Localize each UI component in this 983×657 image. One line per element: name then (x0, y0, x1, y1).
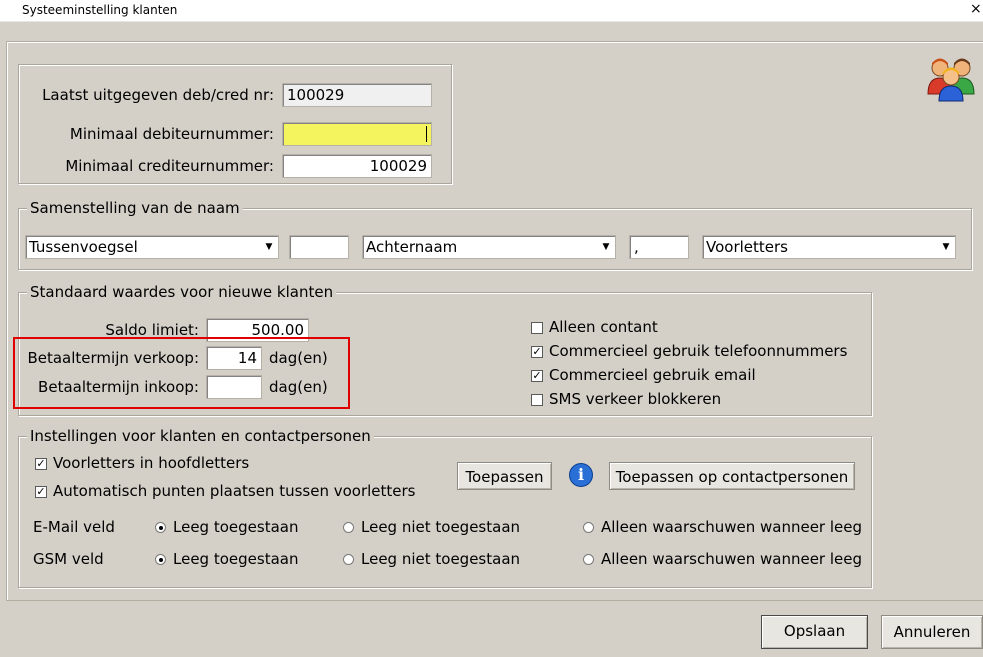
gsm-field-label: GSM veld (33, 550, 104, 568)
save-button[interactable]: Opslaan (761, 615, 868, 649)
name-part2-value: Achternaam (366, 238, 458, 256)
cash-only-checkbox[interactable] (531, 322, 543, 334)
min-creditor-label: Minimaal crediteurnummer: (65, 157, 274, 175)
gsm-radio-empty-not-allowed[interactable] (343, 554, 354, 565)
commercial-phone-label[interactable]: Commercieel gebruik telefoonnummers (549, 341, 847, 361)
sale-term-unit: dag(en) (269, 349, 328, 367)
email-option-empty-not-allowed[interactable]: Leeg niet toegestaan (361, 517, 520, 537)
purchase-term-field[interactable] (206, 375, 262, 399)
gsm-option-empty-allowed[interactable]: Leeg toegestaan (173, 549, 298, 569)
separator2-field[interactable]: , (629, 235, 689, 259)
radio-dot (159, 526, 163, 530)
sale-term-label: Betaaltermijn verkoop: (27, 349, 199, 367)
name-part1-select[interactable]: Tussenvoegsel ▼ (25, 235, 279, 259)
auto-dots-checkbox[interactable]: ✓ (35, 486, 47, 498)
email-radio-empty-allowed[interactable] (155, 522, 166, 533)
email-radio-warn-only[interactable] (583, 522, 594, 533)
initials-uppercase-label[interactable]: Voorletters in hoofdletters (53, 453, 249, 473)
name-part3-value: Voorletters (706, 238, 788, 256)
email-field-label: E-Mail veld (33, 518, 115, 536)
contact-group-legend: Instellingen voor klanten en contactpers… (27, 427, 374, 445)
email-radio-empty-not-allowed[interactable] (343, 522, 354, 533)
gsm-option-warn-only[interactable]: Alleen waarschuwen wanneer leeg (601, 549, 862, 569)
sale-term-field[interactable]: 14 (206, 346, 262, 370)
window-title: Systeeminstelling klanten (22, 3, 178, 17)
apply-button[interactable]: Toepassen (457, 462, 552, 490)
block-sms-label[interactable]: SMS verkeer blokkeren (549, 389, 721, 409)
purchase-term-unit: dag(en) (269, 378, 328, 396)
radio-dot (159, 558, 163, 562)
users-icon (924, 54, 978, 102)
chevron-down-icon: ▼ (938, 237, 954, 257)
purchase-term-label: Betaaltermijn inkoop: (38, 378, 199, 396)
name-part2-select[interactable]: Achternaam ▼ (362, 235, 616, 259)
initials-uppercase-checkbox[interactable]: ✓ (35, 458, 47, 470)
text-caret (426, 126, 427, 142)
name-group-legend: Samenstelling van de naam (27, 199, 243, 217)
apply-contacts-button[interactable]: Toepassen op contactpersonen (609, 462, 855, 490)
chevron-down-icon: ▼ (598, 237, 614, 257)
gsm-radio-warn-only[interactable] (583, 554, 594, 565)
email-option-warn-only[interactable]: Alleen waarschuwen wanneer leeg (601, 517, 862, 537)
name-part1-value: Tussenvoegsel (29, 238, 138, 256)
min-debtor-label: Minimaal debiteurnummer: (69, 125, 274, 143)
close-button[interactable]: × (970, 1, 982, 17)
email-option-empty-allowed[interactable]: Leeg toegestaan (173, 517, 298, 537)
min-creditor-field[interactable]: 100029 (282, 154, 432, 178)
last-issued-label: Laatst uitgegeven deb/cred nr: (42, 86, 274, 104)
gsm-radio-empty-allowed[interactable] (155, 554, 166, 565)
min-debtor-field[interactable] (282, 122, 432, 146)
commercial-phone-checkbox[interactable]: ✓ (531, 346, 543, 358)
commercial-email-checkbox[interactable]: ✓ (531, 370, 543, 382)
separator1-field[interactable] (289, 235, 349, 259)
last-issued-field[interactable]: 100029 (282, 83, 432, 107)
auto-dots-label[interactable]: Automatisch punten plaatsen tussen voorl… (53, 481, 416, 501)
name-part3-select[interactable]: Voorletters ▼ (702, 235, 956, 259)
chevron-down-icon: ▼ (261, 237, 277, 257)
gsm-option-empty-not-allowed[interactable]: Leeg niet toegestaan (361, 549, 520, 569)
block-sms-checkbox[interactable] (531, 394, 543, 406)
info-icon[interactable]: i (569, 463, 593, 487)
cancel-button[interactable]: Annuleren (881, 615, 983, 649)
commercial-email-label[interactable]: Commercieel gebruik email (549, 365, 756, 385)
cash-only-label[interactable]: Alleen contant (549, 317, 658, 337)
defaults-group-legend: Standaard waardes voor nieuwe klanten (27, 283, 337, 301)
